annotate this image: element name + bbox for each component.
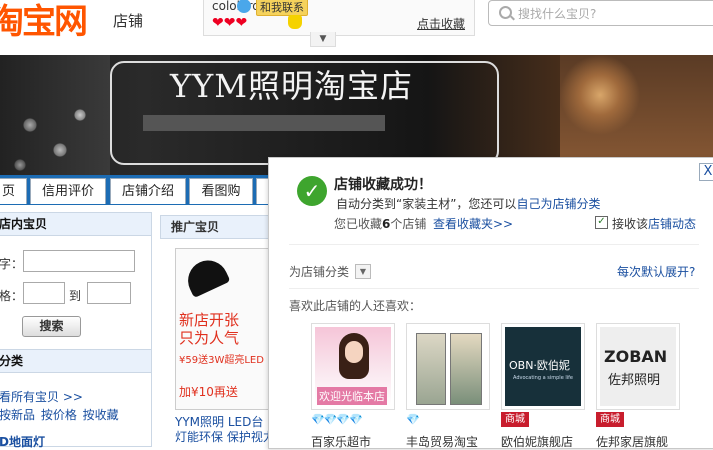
recommended-shop-1[interactable]: 欢迎光临本店 xyxy=(311,323,395,410)
success-title: 店铺收藏成功！ xyxy=(334,177,432,193)
mall-badge: 商城 xyxy=(501,412,529,427)
recommended-shop-name[interactable]: 佐邦家居旗舰 xyxy=(596,433,668,450)
category-item[interactable]: D地面灯 xyxy=(0,433,45,450)
banknote-image xyxy=(450,333,482,405)
banknote-image xyxy=(416,333,446,405)
sort-links[interactable]: 按新品 按价格 按收藏 xyxy=(0,406,119,423)
close-button[interactable]: X xyxy=(699,163,713,181)
favorite-shop-link[interactable]: 点击收藏 xyxy=(417,15,465,32)
contact-seller-button[interactable]: 和我联系 xyxy=(256,0,308,16)
shop-updates-link[interactable]: 店铺动态 xyxy=(648,217,696,231)
banner-strip xyxy=(143,115,385,131)
recommended-shop-name[interactable]: 丰岛贸易淘宝 xyxy=(406,433,478,450)
seller-name[interactable]: colobird xyxy=(212,0,260,13)
brand-logo-text: ZOBAN xyxy=(604,347,668,366)
recommended-shop-2[interactable] xyxy=(406,323,490,410)
chevron-down-icon[interactable]: ▼ xyxy=(310,32,336,47)
brand-slogan: Advocating a simple life xyxy=(513,375,573,381)
receive-updates-checkbox[interactable]: ✓ xyxy=(595,216,608,229)
promo-product-image[interactable]: 新店开张 只为人气 ¥59送3W超亮LED 加¥10再送 xyxy=(175,248,269,410)
mall-badge: 商城 xyxy=(596,412,624,427)
diamond-rating-icon: 💎💎💎💎 xyxy=(311,413,363,426)
chandelier-image xyxy=(0,55,110,175)
price-min-input[interactable] xyxy=(23,282,65,304)
also-like-heading: 喜欢此店铺的人还喜欢： xyxy=(289,299,422,313)
credit-hearts-icon: ❤❤❤ xyxy=(212,15,248,31)
top-bar: 淘宝网 店铺 colobird 和我联系 ❤❤❤ 点击收藏 ▼ 搜找什么宝贝? xyxy=(0,0,713,47)
search-input[interactable]: 搜找什么宝贝? xyxy=(488,0,713,26)
tab-picture-shopping[interactable]: 看图购 xyxy=(189,178,253,204)
all-items-link[interactable]: 看所有宝贝 >> xyxy=(0,388,83,405)
category-heading: 分类 xyxy=(0,349,151,373)
diamond-rating-icon: 💎 xyxy=(406,413,420,426)
shop-thumbnail: OBN·欧伯妮 Advocating a simple life xyxy=(505,327,581,406)
price-max-input[interactable] xyxy=(87,282,131,304)
fav-count-prefix: 您已收藏 xyxy=(334,217,383,231)
tab-home[interactable]: 页 xyxy=(0,178,27,204)
promo-text-1: 新店开张 xyxy=(179,311,240,329)
seller-card: colobird 和我联系 ❤❤❤ 点击收藏 xyxy=(203,0,475,36)
success-check-icon: ✓ xyxy=(297,176,327,206)
promo-product-title[interactable]: YYM照明 LED台灯能环保 保护视力 xyxy=(175,415,275,445)
recommended-shop-name[interactable]: 欧伯妮旗舰店 xyxy=(501,433,573,450)
lamp-icon xyxy=(181,253,231,299)
model-face xyxy=(345,341,363,363)
recommended-shop-name[interactable]: 百家乐超市 xyxy=(311,433,371,450)
thumbnail-text: 欢迎光临本店 xyxy=(317,387,387,405)
taobao-logo[interactable]: 淘宝网 xyxy=(0,0,88,43)
divider xyxy=(289,288,699,289)
view-favorites-link[interactable]: 查看收藏夹>> xyxy=(433,215,513,232)
auto-category-prefix: 自动分类到“家装主材”，您还可以 xyxy=(336,197,517,211)
shop-title: YYM照明淘宝店 xyxy=(170,67,414,105)
chevron-down-icon[interactable]: ▼ xyxy=(355,264,371,279)
shop-thumbnail xyxy=(410,327,486,406)
sidebar: 店内宝贝 字： 格： 到 搜索 分类 看所有宝贝 >> 按新品 按价格 按收藏 … xyxy=(0,212,152,450)
brand-subtitle: 佐邦照明 xyxy=(608,373,661,388)
custom-category-link[interactable]: 自己为店铺分类 xyxy=(516,197,600,211)
search-placeholder: 搜找什么宝贝? xyxy=(518,7,597,21)
fav-count-text: 您已收藏6个店铺 xyxy=(334,215,426,232)
brand-logo-text: OBN·欧伯妮 xyxy=(509,359,570,372)
price-to-label: 到 xyxy=(69,289,82,303)
trophy-icon xyxy=(288,15,302,29)
shop-search-heading: 店内宝贝 xyxy=(0,213,151,236)
recommended-shop-3[interactable]: OBN·欧伯妮 Advocating a simple life xyxy=(501,323,585,410)
recommended-shop-4[interactable]: ZOBAN 佐邦照明 xyxy=(596,323,680,410)
receive-updates-label: 接收该店铺动态 xyxy=(612,215,696,232)
promo-text-4: 加¥10再送 xyxy=(179,385,238,399)
default-expand-link[interactable]: 每次默认展开? xyxy=(617,263,695,280)
keyword-input[interactable] xyxy=(23,250,135,272)
keyword-label: 字： xyxy=(0,257,24,271)
favorite-success-popup: X ✓ 店铺收藏成功！ 自动分类到“家装主材”，您还可以自己为店铺分类 您已收藏… xyxy=(268,157,713,449)
divider xyxy=(289,244,699,245)
promo-text-2: 只为人气 xyxy=(179,329,240,347)
fav-count-suffix: 个店铺 xyxy=(390,217,427,231)
category-select[interactable]: 为店铺分类 xyxy=(289,263,349,280)
tab-credit-rating[interactable]: 信用评价 xyxy=(30,178,106,204)
search-icon xyxy=(499,6,512,19)
shop-search-button[interactable]: 搜索 xyxy=(22,316,81,337)
auto-category-text: 自动分类到“家装主材”，您还可以自己为店铺分类 xyxy=(336,195,600,212)
shop-thumbnail: ZOBAN 佐邦照明 xyxy=(600,327,676,406)
logo-shop-label: 店铺 xyxy=(113,12,144,30)
receive-prefix: 接收该 xyxy=(612,217,649,231)
price-label: 格： xyxy=(0,289,24,303)
tab-shop-intro[interactable]: 店铺介绍 xyxy=(110,178,186,204)
promo-text-3: ¥59送3W超亮LED xyxy=(179,355,264,366)
shop-thumbnail: 欢迎光临本店 xyxy=(315,327,391,406)
